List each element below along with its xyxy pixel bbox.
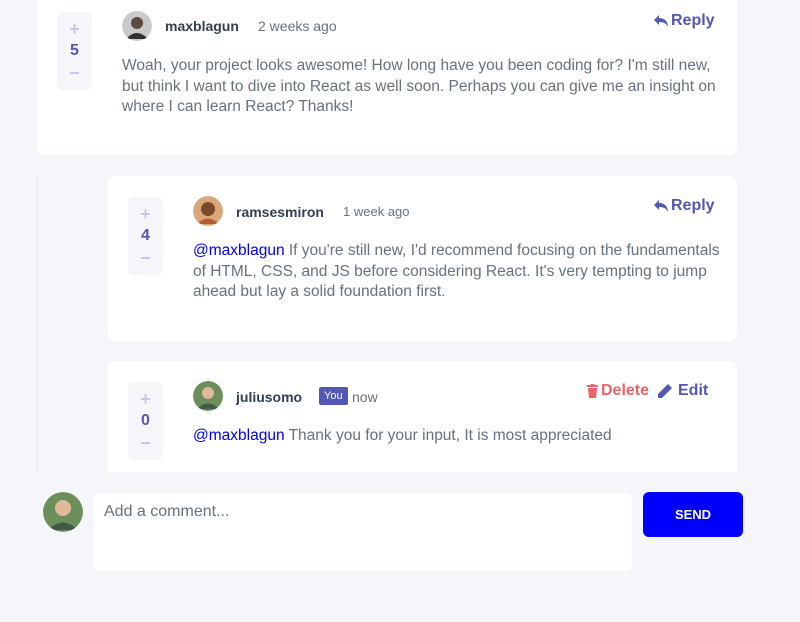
reply-button[interactable]: Reply xyxy=(654,12,715,30)
reply-button[interactable]: Reply xyxy=(654,197,715,215)
pencil-icon xyxy=(658,384,672,398)
vote-widget: + 4 − xyxy=(128,197,163,275)
timestamp: 2 weeks ago xyxy=(258,18,337,34)
username[interactable]: ramsesmiron xyxy=(236,204,324,220)
reply-label: Reply xyxy=(671,197,715,214)
current-user-avatar xyxy=(43,492,83,532)
username[interactable]: juliusomo xyxy=(236,389,302,405)
reply-icon xyxy=(654,14,668,27)
mention-link[interactable]: @maxblagun xyxy=(193,242,285,259)
score-count: 0 xyxy=(141,412,150,429)
trash-icon xyxy=(587,384,598,398)
score-count: 5 xyxy=(70,42,79,59)
delete-label: Delete xyxy=(601,382,650,399)
comment-text: Woah, your project looks awesome! How lo… xyxy=(122,57,716,115)
score-count: 4 xyxy=(141,227,150,244)
mention-link[interactable]: @maxblagun xyxy=(193,427,285,444)
comment-body: Thank you for your input, It is most app… xyxy=(284,427,612,444)
edit-button[interactable]: Edit xyxy=(658,382,708,400)
upvote-button[interactable]: + xyxy=(69,20,80,38)
upvote-button[interactable]: + xyxy=(140,205,151,223)
comment-text: @maxblagun Thank you for your input, It … xyxy=(193,426,723,447)
vote-widget: + 0 − xyxy=(128,382,163,460)
reply-icon xyxy=(654,199,668,212)
avatar xyxy=(193,196,223,226)
avatar xyxy=(122,11,152,41)
upvote-button[interactable]: + xyxy=(140,390,151,408)
reply-card xyxy=(108,361,737,472)
comment-input[interactable] xyxy=(94,493,632,571)
delete-button[interactable]: Delete xyxy=(587,382,649,400)
timestamp: 1 week ago xyxy=(343,204,410,219)
thread-line xyxy=(37,176,38,472)
downvote-button[interactable]: − xyxy=(69,64,80,82)
reply-label: Reply xyxy=(671,12,715,29)
vote-widget: + 5 − xyxy=(57,12,92,90)
edit-label: Edit xyxy=(678,382,709,399)
comment-text: @maxblagun If you're still new, I'd reco… xyxy=(193,241,723,303)
you-badge: You xyxy=(319,387,348,405)
send-button[interactable]: SEND xyxy=(643,492,743,537)
avatar xyxy=(193,381,223,411)
username[interactable]: maxblagun xyxy=(165,18,239,34)
downvote-button[interactable]: − xyxy=(140,249,151,267)
timestamp: now xyxy=(352,389,378,405)
downvote-button[interactable]: − xyxy=(140,434,151,452)
